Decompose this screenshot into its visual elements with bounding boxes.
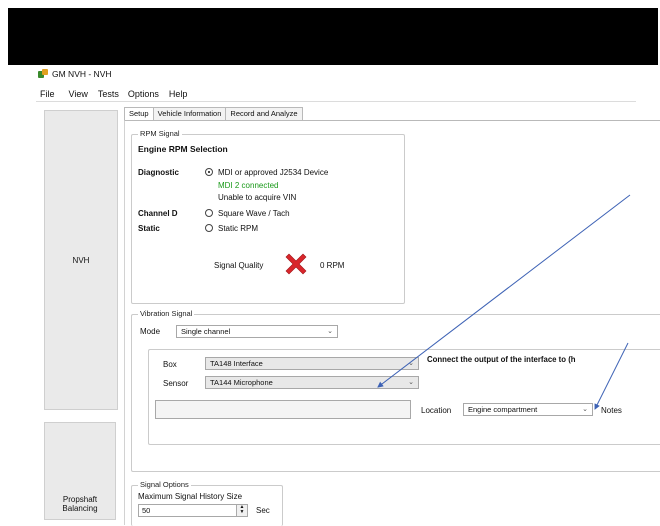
app-window: GM NVH - NVH File View Tests Options Hel… — [0, 65, 660, 526]
annotation-arrows — [377, 194, 631, 410]
black-header-bar — [8, 8, 658, 65]
annotation-arrow-location — [594, 342, 629, 410]
annotation-arrow-sensor — [377, 194, 631, 388]
